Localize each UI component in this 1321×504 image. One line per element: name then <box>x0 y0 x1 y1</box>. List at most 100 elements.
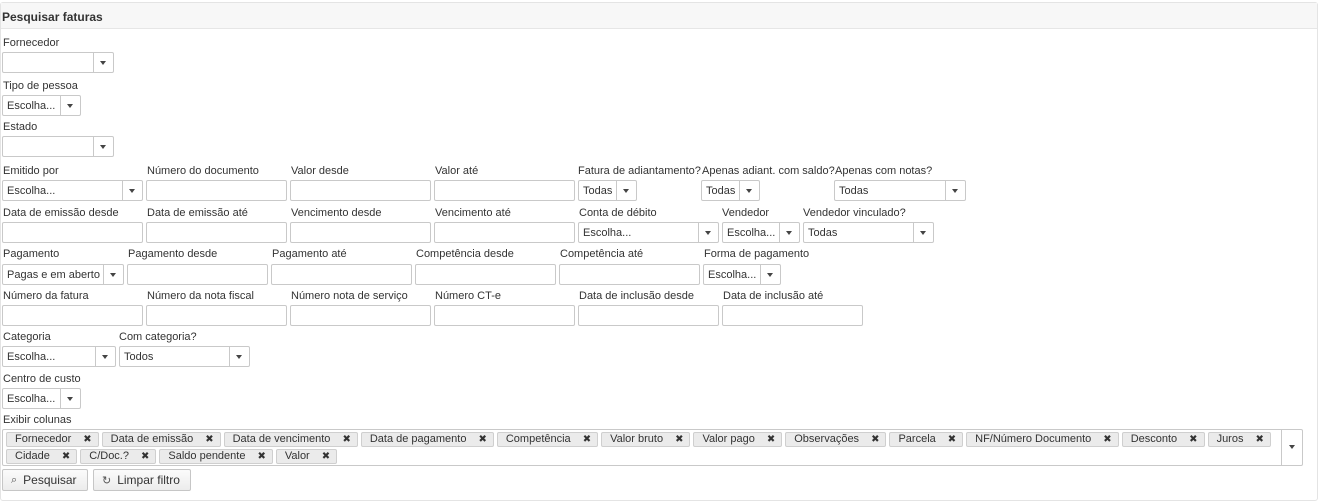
close-icon[interactable]: ✖ <box>322 450 330 463</box>
valor-desde-input[interactable] <box>290 180 431 201</box>
data-emissao-ate-input[interactable] <box>146 222 287 243</box>
vendedor-vinculado-label: Vendedor vinculado? <box>803 207 906 219</box>
column-tag: Fornecedor ✖ <box>6 432 99 447</box>
close-icon[interactable]: ✖ <box>478 433 486 446</box>
chevron-down-icon[interactable] <box>945 181 965 200</box>
close-icon[interactable]: ✖ <box>257 450 265 463</box>
vendedor-label: Vendedor <box>722 207 770 219</box>
close-icon[interactable]: ✖ <box>342 433 350 446</box>
pagamento-select[interactable]: Pagas e em aberto <box>2 264 124 285</box>
fatura-adiantamento-select[interactable]: Todas <box>578 180 637 201</box>
fornecedor-select[interactable] <box>2 52 114 73</box>
vencimento-ate-label: Vencimento até <box>435 207 511 219</box>
estado-select[interactable] <box>2 136 114 157</box>
column-tag: C/Doc.? ✖ <box>80 449 157 464</box>
competencia-desde-input[interactable] <box>415 264 556 285</box>
close-icon[interactable]: ✖ <box>583 433 591 446</box>
close-icon[interactable]: ✖ <box>767 433 775 446</box>
chevron-down-icon[interactable] <box>103 265 123 284</box>
chevron-down-icon[interactable] <box>760 265 780 284</box>
pagamento-label: Pagamento <box>3 248 60 260</box>
tipo-pessoa-value: Escolha... <box>7 100 56 112</box>
categoria-value: Escolha... <box>7 351 56 363</box>
forma-pagamento-label: Forma de pagamento <box>704 248 810 260</box>
vencimento-desde-label: Vencimento desde <box>291 207 382 219</box>
numero-cte-label: Número CT-e <box>435 290 502 302</box>
chevron-down-icon[interactable] <box>60 389 80 408</box>
valor-ate-label: Valor até <box>435 165 479 177</box>
valor-desde-label: Valor desde <box>291 165 349 177</box>
data-inclusao-desde-input[interactable] <box>578 305 719 326</box>
chevron-down-icon[interactable] <box>698 223 718 242</box>
chevron-down-icon[interactable] <box>93 53 113 72</box>
pagamento-ate-input[interactable] <box>271 264 412 285</box>
vencimento-desde-input[interactable] <box>290 222 431 243</box>
column-tag-label: Valor <box>284 450 310 462</box>
apenas-adiant-saldo-select[interactable]: Todas <box>701 180 760 201</box>
column-tag-label: C/Doc.? <box>89 450 129 462</box>
chevron-down-icon[interactable] <box>60 96 80 115</box>
com-categoria-value: Todos <box>124 351 154 363</box>
chevron-down-icon[interactable] <box>739 181 759 200</box>
close-icon[interactable]: ✖ <box>1103 433 1111 446</box>
close-icon[interactable]: ✖ <box>871 433 879 446</box>
column-tag: Saldo pendente ✖ <box>159 449 273 464</box>
pagamento-desde-input[interactable] <box>127 264 268 285</box>
close-icon[interactable]: ✖ <box>1189 433 1197 446</box>
forma-pagamento-select[interactable]: Escolha... <box>703 264 781 285</box>
numero-nota-servico-input[interactable] <box>290 305 431 326</box>
centro-custo-select[interactable]: Escolha... <box>2 388 81 409</box>
close-icon[interactable]: ✖ <box>948 433 956 446</box>
categoria-select[interactable]: Escolha... <box>2 346 116 367</box>
chevron-down-icon[interactable] <box>779 223 799 242</box>
chevron-down-icon[interactable] <box>122 181 142 200</box>
column-tag-label: Observações <box>794 433 860 445</box>
fornecedor-label: Fornecedor <box>3 37 60 49</box>
clear-filter-button[interactable]: ↻ Limpar filtro <box>93 469 191 491</box>
competencia-ate-input[interactable] <box>559 264 700 285</box>
panel-header: Pesquisar faturas <box>1 3 1317 29</box>
conta-debito-select[interactable]: Escolha... <box>578 222 719 243</box>
vendedor-select[interactable]: Escolha... <box>722 222 800 243</box>
close-icon[interactable]: ✖ <box>675 433 683 446</box>
numero-fatura-input[interactable] <box>2 305 143 326</box>
com-categoria-select[interactable]: Todos <box>119 346 250 367</box>
close-icon[interactable]: ✖ <box>1255 433 1263 446</box>
data-inclusao-ate-input[interactable] <box>722 305 863 326</box>
search-button[interactable]: ⌕ Pesquisar <box>2 469 88 491</box>
tipo-pessoa-select[interactable]: Escolha... <box>2 95 81 116</box>
close-icon[interactable]: ✖ <box>83 433 91 446</box>
vendedor-vinculado-value: Todas <box>808 227 838 239</box>
valor-ate-input[interactable] <box>434 180 575 201</box>
apenas-com-notas-select[interactable]: Todas <box>834 180 966 201</box>
chevron-down-icon[interactable] <box>616 181 636 200</box>
column-tag-label: NF/Número Documento <box>975 433 1092 445</box>
vendedor-value: Escolha... <box>727 227 776 239</box>
column-tag-label: Data de emissão <box>110 433 194 445</box>
columns-multiselect[interactable]: Fornecedor ✖ Data de emissão ✖ Data de venci… <box>2 429 1303 466</box>
numero-cte-input[interactable] <box>434 305 575 326</box>
conta-debito-label: Conta de débito <box>579 207 657 219</box>
clear-filter-button-label: Limpar filtro <box>117 473 180 487</box>
column-tag: Valor pago ✖ <box>693 432 783 447</box>
column-tag-label: Competência <box>505 433 571 445</box>
close-icon[interactable]: ✖ <box>62 450 70 463</box>
numero-documento-input[interactable] <box>146 180 287 201</box>
chevron-down-icon[interactable] <box>913 223 933 242</box>
vendedor-vinculado-select[interactable]: Todas <box>803 222 934 243</box>
chevron-down-icon[interactable] <box>229 347 249 366</box>
close-icon[interactable]: ✖ <box>205 433 213 446</box>
column-tag-label: Juros <box>1216 433 1244 445</box>
chevron-down-icon[interactable] <box>1281 430 1302 465</box>
emitido-por-select[interactable]: Escolha... <box>2 180 143 201</box>
apenas-adiant-saldo-label: Apenas adiant. com saldo? <box>702 165 835 177</box>
data-emissao-desde-input[interactable] <box>2 222 143 243</box>
close-icon[interactable]: ✖ <box>141 450 149 463</box>
centro-custo-label: Centro de custo <box>3 373 81 385</box>
chevron-down-icon[interactable] <box>95 347 115 366</box>
chevron-down-icon[interactable] <box>93 137 113 156</box>
vencimento-ate-input[interactable] <box>434 222 575 243</box>
numero-nota-fiscal-input[interactable] <box>146 305 287 326</box>
column-tag: Data de emissão ✖ <box>101 432 221 447</box>
numero-nota-fiscal-label: Número da nota fiscal <box>147 290 254 302</box>
